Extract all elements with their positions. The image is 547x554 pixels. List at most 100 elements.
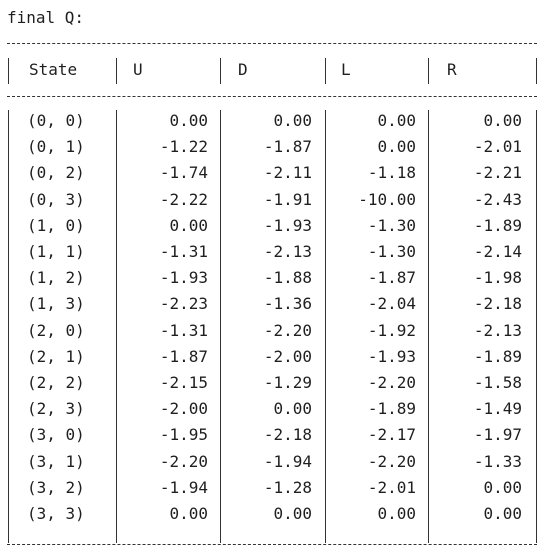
column-header-u: U — [133, 60, 143, 79]
q-value-r: -1.58 — [473, 373, 522, 392]
q-value-r: -1.98 — [473, 268, 522, 287]
state-cell: (3, 2) — [27, 478, 85, 497]
terminal-output: ----------------------------------- fina… — [7, 0, 545, 554]
state-cell: (0, 0) — [27, 111, 85, 130]
q-value-l: 0.00 — [377, 504, 416, 523]
q-value-d: -2.18 — [263, 425, 312, 444]
column-header-d: D — [238, 60, 248, 79]
q-value-l: 0.00 — [377, 111, 416, 130]
q-value-u: -2.23 — [159, 294, 208, 313]
q-value-l: -2.01 — [367, 478, 416, 497]
q-value-r: -1.49 — [473, 399, 522, 418]
state-cell: (2, 3) — [27, 399, 85, 418]
q-value-u: -2.15 — [159, 373, 208, 392]
q-value-l: 0.00 — [377, 137, 416, 156]
header-column-separator — [116, 58, 117, 84]
column-header-l: L — [341, 60, 351, 79]
q-value-d: -2.11 — [263, 163, 312, 182]
q-value-r: -2.21 — [473, 163, 522, 182]
q-value-l: -2.17 — [367, 425, 416, 444]
q-value-r: -2.43 — [473, 190, 522, 209]
header-column-separator — [536, 58, 537, 84]
q-value-u: -1.31 — [159, 242, 208, 261]
column-header-state: State — [29, 60, 78, 79]
q-value-r: 0.00 — [483, 478, 522, 497]
q-value-l: -1.89 — [367, 399, 416, 418]
header-column-separator — [325, 58, 326, 84]
q-value-l: -1.18 — [367, 163, 416, 182]
state-cell: (3, 1) — [27, 452, 85, 471]
body-column-separator — [325, 110, 326, 543]
q-value-l: -1.30 — [367, 216, 416, 235]
header-column-separator — [428, 58, 429, 84]
q-value-r: -2.18 — [473, 294, 522, 313]
q-value-r: -1.89 — [473, 347, 522, 366]
q-value-l: -10.00 — [358, 190, 416, 209]
q-value-u: -1.31 — [159, 321, 208, 340]
q-value-l: -2.20 — [367, 452, 416, 471]
q-value-l: -1.93 — [367, 347, 416, 366]
q-value-u: -1.22 — [159, 137, 208, 156]
state-cell: (2, 0) — [27, 321, 85, 340]
q-value-d: -1.87 — [263, 137, 312, 156]
header-column-separator — [8, 58, 9, 84]
table-header-divider — [7, 96, 537, 97]
q-value-d: 0.00 — [273, 504, 312, 523]
body-column-separator — [428, 110, 429, 543]
q-value-u: -2.22 — [159, 190, 208, 209]
q-value-u: -1.87 — [159, 347, 208, 366]
body-column-separator — [8, 110, 9, 543]
q-value-r: -2.14 — [473, 242, 522, 261]
q-value-u: -2.00 — [159, 399, 208, 418]
state-cell: (0, 2) — [27, 163, 85, 182]
q-value-d: 0.00 — [273, 111, 312, 130]
q-value-r: 0.00 — [483, 111, 522, 130]
q-value-r: 0.00 — [483, 504, 522, 523]
q-value-u: -1.94 — [159, 478, 208, 497]
state-cell: (2, 2) — [27, 373, 85, 392]
state-cell: (1, 1) — [27, 242, 85, 261]
q-value-r: -2.13 — [473, 321, 522, 340]
state-cell: (3, 0) — [27, 425, 85, 444]
state-cell: (0, 1) — [27, 137, 85, 156]
q-value-u: 0.00 — [169, 216, 208, 235]
q-value-r: -1.89 — [473, 216, 522, 235]
state-cell: (2, 1) — [27, 347, 85, 366]
q-value-d: -1.36 — [263, 294, 312, 313]
q-value-u: -2.20 — [159, 452, 208, 471]
q-value-r: -1.33 — [473, 452, 522, 471]
q-value-d: -1.94 — [263, 452, 312, 471]
q-value-u: -1.74 — [159, 163, 208, 182]
header-column-separator — [220, 58, 221, 84]
body-column-separator — [536, 110, 537, 543]
q-value-d: -2.00 — [263, 347, 312, 366]
q-value-u: 0.00 — [169, 111, 208, 130]
q-value-u: 0.00 — [169, 504, 208, 523]
column-header-r: R — [447, 60, 457, 79]
q-value-d: -2.13 — [263, 242, 312, 261]
q-value-d: -1.29 — [263, 373, 312, 392]
q-value-d: -1.88 — [263, 268, 312, 287]
table-top-divider — [7, 43, 537, 44]
state-cell: (3, 3) — [27, 504, 85, 523]
q-value-d: 0.00 — [273, 399, 312, 418]
state-cell: (1, 3) — [27, 294, 85, 313]
q-value-l: -1.30 — [367, 242, 416, 261]
state-cell: (1, 2) — [27, 268, 85, 287]
state-cell: (1, 0) — [27, 216, 85, 235]
q-value-l: -1.87 — [367, 268, 416, 287]
body-column-separator — [116, 110, 117, 543]
q-value-l: -1.92 — [367, 321, 416, 340]
body-column-separator — [220, 110, 221, 543]
q-value-d: -1.28 — [263, 478, 312, 497]
table-bottom-divider — [7, 544, 537, 545]
q-value-r: -1.97 — [473, 425, 522, 444]
q-value-d: -2.20 — [263, 321, 312, 340]
q-value-d: -1.93 — [263, 216, 312, 235]
q-value-l: -2.20 — [367, 373, 416, 392]
q-value-d: -1.91 — [263, 190, 312, 209]
q-value-u: -1.95 — [159, 425, 208, 444]
q-value-l: -2.04 — [367, 294, 416, 313]
q-value-r: -2.01 — [473, 137, 522, 156]
state-cell: (0, 3) — [27, 190, 85, 209]
